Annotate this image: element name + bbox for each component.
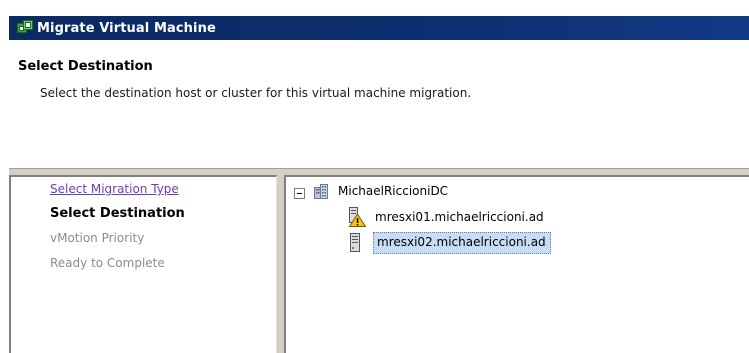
page-description: Select the destination host or cluster f… (40, 86, 472, 100)
host-item-mresxi01[interactable]: mresxi01.michaelriccioni.ad (375, 210, 544, 224)
datacenter-icon (313, 183, 329, 200)
datacenter-label[interactable]: MichaelRiccioniDC (338, 184, 448, 198)
wizard-steps-panel: Select Migration Type Select Destination… (9, 175, 277, 353)
host-icon (348, 233, 362, 252)
host-warning-icon (348, 207, 367, 227)
step-vmotion-priority: vMotion Priority (50, 231, 145, 245)
window-title-bar[interactable]: Migrate Virtual Machine (9, 16, 749, 40)
wizard-header: Select Destination Select the destinatio… (9, 40, 749, 169)
host-item-mresxi02-selected[interactable]: mresxi02.michaelriccioni.ad (373, 232, 551, 254)
destination-tree: MichaelRiccioniDC mresxi01.michaelriccio… (284, 175, 749, 353)
window-title: Migrate Virtual Machine (37, 20, 216, 36)
collapse-toggle-icon[interactable] (294, 188, 305, 199)
step-select-destination: Select Destination (50, 206, 185, 221)
page-title: Select Destination (18, 59, 153, 74)
step-select-migration-type[interactable]: Select Migration Type (50, 182, 179, 196)
migrate-vm-icon (17, 20, 33, 36)
step-ready-to-complete: Ready to Complete (50, 256, 165, 270)
